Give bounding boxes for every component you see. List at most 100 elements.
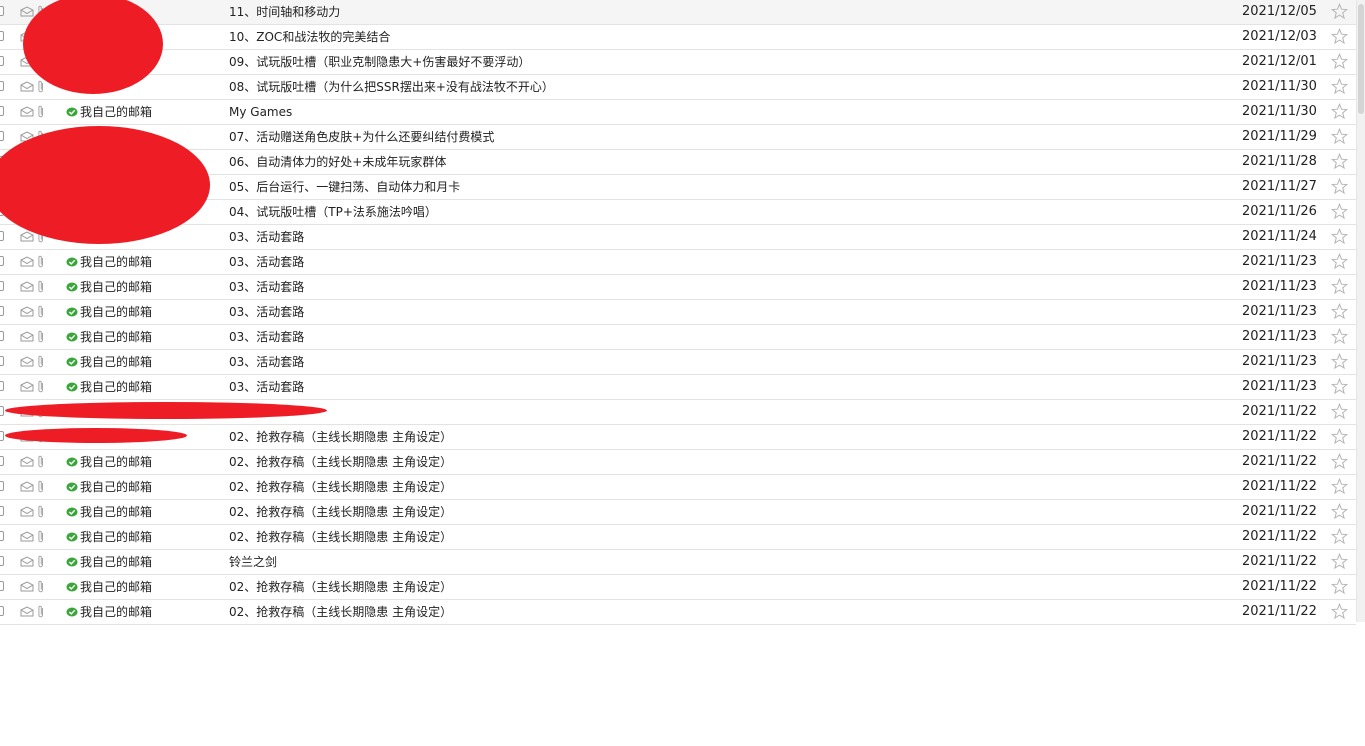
row-checkbox[interactable] — [0, 581, 4, 591]
subject[interactable]: 06、自动清体力的好处+未成年玩家群体 — [229, 154, 446, 170]
sender[interactable]: 我自己的邮箱 — [66, 479, 152, 495]
row-checkbox[interactable] — [0, 406, 4, 416]
star-outline-icon[interactable] — [1331, 478, 1348, 495]
star-outline-icon[interactable] — [1331, 178, 1348, 195]
mail-row[interactable]: 我自己的邮箱 02、抢救存稿（主线长期隐患 主角设定） 2021/11/22 — [0, 600, 1356, 625]
mail-row[interactable]: 我自己的邮箱 03、活动套路 2021/11/23 — [0, 375, 1356, 400]
sender[interactable]: 我自己的邮箱 — [66, 354, 152, 370]
subject[interactable]: 03、活动套路 — [229, 229, 304, 245]
mail-row[interactable]: 我自己的邮箱 02、抢救存稿（主线长期隐患 主角设定） 2021/11/22 — [0, 575, 1356, 600]
mail-row[interactable]: 09、试玩版吐槽（职业克制隐患大+伤害最好不要浮动） 2021/12/01 — [0, 50, 1356, 75]
row-checkbox[interactable] — [0, 56, 4, 66]
star-outline-icon[interactable] — [1331, 53, 1348, 70]
mail-row[interactable]: 我自己的邮箱 02、抢救存稿（主线长期隐患 主角设定） 2021/11/22 — [0, 450, 1356, 475]
sender[interactable]: 我自己的邮箱 — [66, 504, 152, 520]
subject[interactable]: 02、抢救存稿（主线长期隐患 主角设定） — [229, 454, 452, 470]
star-outline-icon[interactable] — [1331, 253, 1348, 270]
mail-row[interactable]: 我自己的邮箱 03、活动套路 2021/11/23 — [0, 275, 1356, 300]
scrollbar-thumb[interactable] — [1358, 4, 1364, 114]
row-checkbox[interactable] — [0, 506, 4, 516]
row-checkbox[interactable] — [0, 306, 4, 316]
row-checkbox[interactable] — [0, 31, 4, 41]
star-outline-icon[interactable] — [1331, 353, 1348, 370]
sender[interactable]: 我自己的邮箱 — [66, 254, 152, 270]
star-outline-icon[interactable] — [1331, 303, 1348, 320]
sender[interactable]: 我自己的邮箱 — [66, 304, 152, 320]
mail-row[interactable]: 我自己的邮箱 02、抢救存稿（主线长期隐患 主角设定） 2021/11/22 — [0, 475, 1356, 500]
subject[interactable]: 07、活动赠送角色皮肤+为什么还要纠结付费模式 — [229, 129, 494, 145]
subject[interactable]: 03、活动套路 — [229, 279, 304, 295]
star-outline-icon[interactable] — [1331, 503, 1348, 520]
star-outline-icon[interactable] — [1331, 203, 1348, 220]
subject[interactable]: 11、时间轴和移动力 — [229, 4, 340, 20]
star-outline-icon[interactable] — [1331, 228, 1348, 245]
subject[interactable]: 02、抢救存稿（主线长期隐患 主角设定） — [229, 579, 452, 595]
star-outline-icon[interactable] — [1331, 378, 1348, 395]
star-outline-icon[interactable] — [1331, 578, 1348, 595]
mail-row[interactable]: 03、活动套路 2021/11/24 — [0, 225, 1356, 250]
mail-row[interactable]: 02、抢救存稿（主线长期隐患 主角设定） 2021/11/22 — [0, 425, 1356, 450]
mail-row[interactable]: 11、时间轴和移动力 2021/12/05 — [0, 0, 1356, 25]
row-checkbox[interactable] — [0, 531, 4, 541]
sender[interactable]: 我自己的邮箱 — [66, 104, 152, 120]
mail-row[interactable]: 我自己的邮箱 My Games 2021/11/30 — [0, 100, 1356, 125]
row-checkbox[interactable] — [0, 281, 4, 291]
star-outline-icon[interactable] — [1331, 278, 1348, 295]
mail-row[interactable]: 07、活动赠送角色皮肤+为什么还要纠结付费模式 2021/11/29 — [0, 125, 1356, 150]
mail-row[interactable]: 我自己的邮箱 03、活动套路 2021/11/23 — [0, 300, 1356, 325]
subject[interactable]: 04、试玩版吐槽（TP+法系施法吟唱） — [229, 204, 437, 220]
sender[interactable]: 我自己的邮箱 — [66, 379, 152, 395]
row-checkbox[interactable] — [0, 356, 4, 366]
star-outline-icon[interactable] — [1331, 128, 1348, 145]
subject[interactable]: 10、ZOC和战法牧的完美结合 — [229, 29, 390, 45]
star-outline-icon[interactable] — [1331, 153, 1348, 170]
star-outline-icon[interactable] — [1331, 453, 1348, 470]
star-outline-icon[interactable] — [1331, 3, 1348, 20]
star-outline-icon[interactable] — [1331, 428, 1348, 445]
subject[interactable]: 09、试玩版吐槽（职业克制隐患大+伤害最好不要浮动） — [229, 54, 530, 70]
row-checkbox[interactable] — [0, 456, 4, 466]
row-checkbox[interactable] — [0, 556, 4, 566]
subject[interactable]: 08、试玩版吐槽（为什么把SSR摆出来+没有战法牧不开心） — [229, 79, 554, 95]
sender[interactable]: 我自己的邮箱 — [66, 604, 152, 620]
subject[interactable]: 03、活动套路 — [229, 329, 304, 345]
subject[interactable]: 02、抢救存稿（主线长期隐患 主角设定） — [229, 429, 452, 445]
mail-row[interactable]: 我自己的邮箱 铃兰之剑 2021/11/22 — [0, 550, 1356, 575]
mail-row[interactable]: 我自己的邮箱 02、抢救存稿（主线长期隐患 主角设定） 2021/11/22 — [0, 500, 1356, 525]
row-checkbox[interactable] — [0, 481, 4, 491]
row-checkbox[interactable] — [0, 331, 4, 341]
subject[interactable]: 02、抢救存稿（主线长期隐患 主角设定） — [229, 479, 452, 495]
row-checkbox[interactable] — [0, 606, 4, 616]
sender[interactable]: 我自己的邮箱 — [66, 529, 152, 545]
mail-row[interactable]: 我自己的邮箱 03、活动套路 2021/11/23 — [0, 250, 1356, 275]
star-outline-icon[interactable] — [1331, 603, 1348, 620]
subject[interactable]: 03、活动套路 — [229, 304, 304, 320]
mail-row[interactable]: 我自己的邮箱 02、抢救存稿（主线长期隐患 主角设定） 2021/11/22 — [0, 525, 1356, 550]
subject[interactable]: 03、活动套路 — [229, 254, 304, 270]
subject[interactable]: My Games — [229, 104, 292, 120]
mail-row[interactable]: 我自己的邮箱 03、活动套路 2021/11/23 — [0, 350, 1356, 375]
row-checkbox[interactable] — [0, 131, 4, 141]
star-outline-icon[interactable] — [1331, 553, 1348, 570]
subject[interactable]: 02、抢救存稿（主线长期隐患 主角设定） — [229, 529, 452, 545]
subject[interactable]: 03、活动套路 — [229, 354, 304, 370]
subject[interactable]: 03、活动套路 — [229, 379, 304, 395]
mail-row[interactable]: 10、ZOC和战法牧的完美结合 2021/12/03 — [0, 25, 1356, 50]
row-checkbox[interactable] — [0, 431, 4, 441]
star-outline-icon[interactable] — [1331, 528, 1348, 545]
subject[interactable]: 05、后台运行、一键扫荡、自动体力和月卡 — [229, 179, 460, 195]
mail-row[interactable]: 08、试玩版吐槽（为什么把SSR摆出来+没有战法牧不开心） 2021/11/30 — [0, 75, 1356, 100]
star-outline-icon[interactable] — [1331, 28, 1348, 45]
sender[interactable]: 我自己的邮箱 — [66, 554, 152, 570]
star-outline-icon[interactable] — [1331, 78, 1348, 95]
row-checkbox[interactable] — [0, 231, 4, 241]
row-checkbox[interactable] — [0, 256, 4, 266]
sender[interactable]: 我自己的邮箱 — [66, 329, 152, 345]
row-checkbox[interactable] — [0, 81, 4, 91]
sender[interactable]: 我自己的邮箱 — [66, 579, 152, 595]
row-checkbox[interactable] — [0, 381, 4, 391]
star-outline-icon[interactable] — [1331, 403, 1348, 420]
sender[interactable]: 我自己的邮箱 — [66, 454, 152, 470]
star-outline-icon[interactable] — [1331, 328, 1348, 345]
sender[interactable]: 我自己的邮箱 — [66, 279, 152, 295]
